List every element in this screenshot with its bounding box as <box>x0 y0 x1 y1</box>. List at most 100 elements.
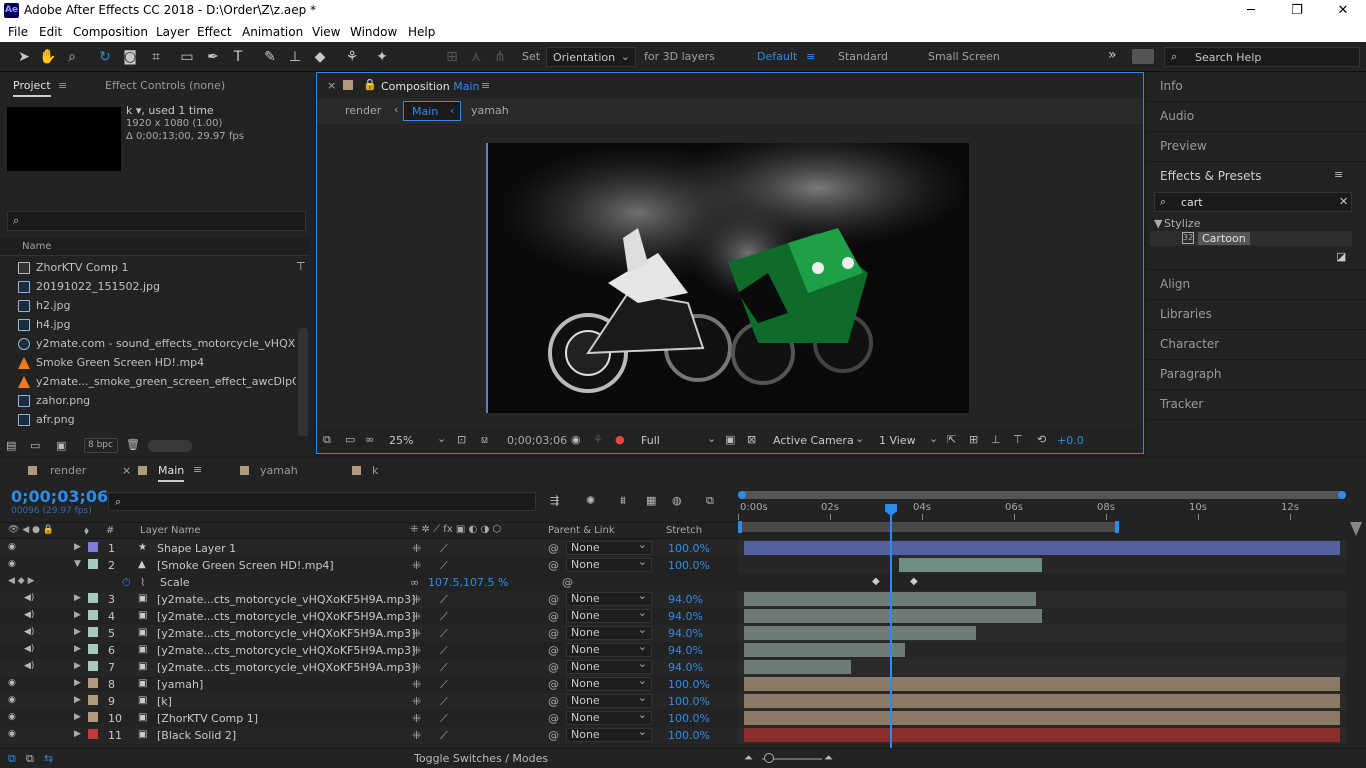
expand-icon[interactable]: ▶ <box>74 661 81 671</box>
quality-switch-icon[interactable]: ⟋ <box>440 593 448 607</box>
parent-dropdown[interactable]: None <box>566 607 652 623</box>
quality-switch-icon[interactable]: ⟋ <box>440 729 448 743</box>
parent-dropdown[interactable]: None <box>566 726 652 742</box>
trash-icon[interactable]: 🗑 <box>126 438 140 451</box>
camera-dropdown[interactable]: Active Camera ⌄ <box>767 432 867 450</box>
graph-editor-icon[interactable]: ⧉ <box>706 494 714 508</box>
comp-viewer[interactable] <box>317 125 1143 429</box>
layer-name[interactable]: [Black Solid 2] <box>157 729 236 742</box>
toggle-switches-modes[interactable]: Toggle Switches / Modes <box>414 752 548 765</box>
layer-name[interactable]: [y2mate...cts_motorcycle_vHQXoKF5H9A.mp3… <box>157 593 415 606</box>
audio-icon[interactable]: ◀) <box>24 610 34 620</box>
parent-dropdown[interactable]: None <box>566 641 652 657</box>
quality-switch-icon[interactable]: ⟋ <box>440 542 448 556</box>
label-color[interactable] <box>88 542 98 552</box>
parent-dropdown[interactable]: None <box>566 624 652 640</box>
thumbnail-slider[interactable] <box>148 440 192 452</box>
project-item[interactable]: h2.jpg <box>18 296 296 315</box>
rotate-tool-icon[interactable]: ↻ <box>95 47 115 67</box>
layer-row[interactable]: ◀) ▶ 6 ▣ [y2mate...cts_motorcycle_vHQXoKF5H9… <box>0 641 738 659</box>
stretch-value[interactable]: 94.0% <box>668 627 703 640</box>
expand-icon[interactable]: ▶ <box>74 593 81 603</box>
stretch-value[interactable]: 94.0% <box>668 610 703 623</box>
expand-icon[interactable]: ▶ <box>74 644 81 654</box>
transparency-grid-icon[interactable]: ⊠ <box>747 433 756 446</box>
expand-icon[interactable]: ▶ <box>74 678 81 688</box>
pan-behind-tool-icon[interactable]: ⌗ <box>146 47 166 67</box>
quality-switch-icon[interactable]: ⟋ <box>440 712 448 726</box>
effects-presets-title[interactable]: Effects & Presets <box>1160 169 1261 183</box>
label-color[interactable] <box>88 678 98 688</box>
eye-icon[interactable]: ◉ <box>8 678 16 688</box>
quality-switch-icon[interactable]: ⟋ <box>440 610 448 624</box>
shy-switch-icon[interactable]: ⁜ <box>412 627 421 640</box>
column-name[interactable]: Name <box>22 241 52 252</box>
toggle-pixel-aspect-icon[interactable]: ⇱ <box>947 433 956 446</box>
eye-icon[interactable]: ◉ <box>8 559 16 569</box>
layer-duration-bar[interactable] <box>744 711 1340 725</box>
effects-search-input[interactable]: ⌕ cart ✕ <box>1154 192 1352 212</box>
layer-duration-bar[interactable] <box>744 609 1042 623</box>
character-panel-header[interactable]: Character <box>1146 330 1366 360</box>
cartoon-effect-row[interactable]: 32 Cartoon <box>1150 231 1352 246</box>
time-ruler[interactable]: 0:00s 02s 04s 06s 08s 10s 12s <box>738 488 1346 540</box>
clear-search-icon[interactable]: ✕ <box>1339 195 1348 208</box>
layer-duration-bar[interactable] <box>744 694 1340 708</box>
frame-blending-icon[interactable]: ▦ <box>646 494 656 507</box>
preview-panel-header[interactable]: Preview <box>1146 132 1366 162</box>
search-help-toggle-icon[interactable] <box>1132 49 1154 64</box>
resolution-dropdown[interactable]: Full ⌄ <box>635 432 719 450</box>
work-area-bar[interactable] <box>738 522 1118 532</box>
layer-name[interactable]: [Smoke Green Screen HD!.mp4] <box>157 559 334 572</box>
shy-switch-icon[interactable]: ⁜ <box>412 695 421 708</box>
layer-duration-bar[interactable] <box>744 643 905 657</box>
parent-dropdown[interactable]: None <box>566 675 652 691</box>
layer-row[interactable]: ◀) ▶ 3 ▣ [y2mate...cts_motorcycle_vHQXoKF5H9… <box>0 590 738 608</box>
effects-menu-icon[interactable]: ≡ <box>1334 168 1343 181</box>
menu-layer[interactable]: Layer <box>156 25 189 39</box>
parent-pickwhip-icon[interactable]: @ <box>548 661 559 674</box>
parent-pickwhip-icon[interactable]: @ <box>548 627 559 640</box>
work-area-end-handle[interactable] <box>1115 521 1119 533</box>
label-color[interactable] <box>88 610 98 620</box>
fast-draft-icon[interactable]: ⊞ <box>969 433 978 446</box>
view-layout-dropdown[interactable]: 1 View ⌄ <box>875 432 941 450</box>
comp-button-icon[interactable] <box>1350 522 1362 536</box>
label-color[interactable] <box>88 661 98 671</box>
local-axis-icon[interactable]: ⊞ <box>442 47 462 67</box>
layer-row[interactable]: ◀) ▶ 7 ▣ [y2mate...cts_motorcycle_vHQXoKF5H9… <box>0 658 738 676</box>
roto-brush-tool-icon[interactable]: ⚘ <box>342 47 362 67</box>
layer-duration-bar[interactable] <box>744 626 977 640</box>
expand-icon[interactable]: ▶ <box>74 542 81 552</box>
layer-duration-bar[interactable] <box>744 728 1340 742</box>
layer-row[interactable]: ◉ ▼ 2 ▲ [Smoke Green Screen HD!.mp4] ⁜ ⟋ @100.0… <box>0 556 738 574</box>
label-color[interactable] <box>88 559 98 569</box>
layer-duration-bar[interactable] <box>744 677 1340 691</box>
label-color[interactable] <box>88 712 98 722</box>
stretch-value[interactable]: 100.0% <box>668 729 710 742</box>
property-value[interactable]: 107.5,107.5 % <box>428 576 508 589</box>
stretch-value[interactable]: 94.0% <box>668 593 703 606</box>
expand-icon[interactable]: ▶ <box>74 729 81 739</box>
expand-icon[interactable]: ▼ <box>74 559 81 569</box>
brush-tool-icon[interactable]: ✎ <box>260 47 280 67</box>
close-button[interactable]: ✕ <box>1320 0 1366 22</box>
reset-exposure-icon[interactable]: ⟲ <box>1037 433 1046 446</box>
layer-name[interactable]: Shape Layer 1 <box>157 542 236 555</box>
tab-effect-controls[interactable]: Effect Controls (none) <box>105 79 225 92</box>
comp-mini-flowchart-icon[interactable]: ⇶ <box>550 494 559 507</box>
breadcrumb-render[interactable]: render <box>345 104 381 117</box>
transfer-controls-icon[interactable]: ⧉ <box>26 752 34 766</box>
menu-effect[interactable]: Effect <box>197 25 232 39</box>
parent-dropdown[interactable]: None <box>566 539 652 555</box>
workspace-default[interactable]: Default <box>757 50 797 63</box>
parent-dropdown[interactable]: None <box>566 692 652 708</box>
shy-switch-icon[interactable]: ⁜ <box>412 559 421 572</box>
parent-dropdown[interactable]: None <box>566 590 652 606</box>
parent-pickwhip-icon[interactable]: @ <box>548 542 559 555</box>
audio-icon[interactable]: ◀) <box>24 627 34 637</box>
mask-visibility-icon[interactable]: ∞ <box>365 433 374 446</box>
audio-icon[interactable]: ◀) <box>24 593 34 603</box>
workspace-small-screen[interactable]: Small Screen <box>928 50 1000 63</box>
shy-switch-icon[interactable]: ⁜ <box>412 678 421 691</box>
